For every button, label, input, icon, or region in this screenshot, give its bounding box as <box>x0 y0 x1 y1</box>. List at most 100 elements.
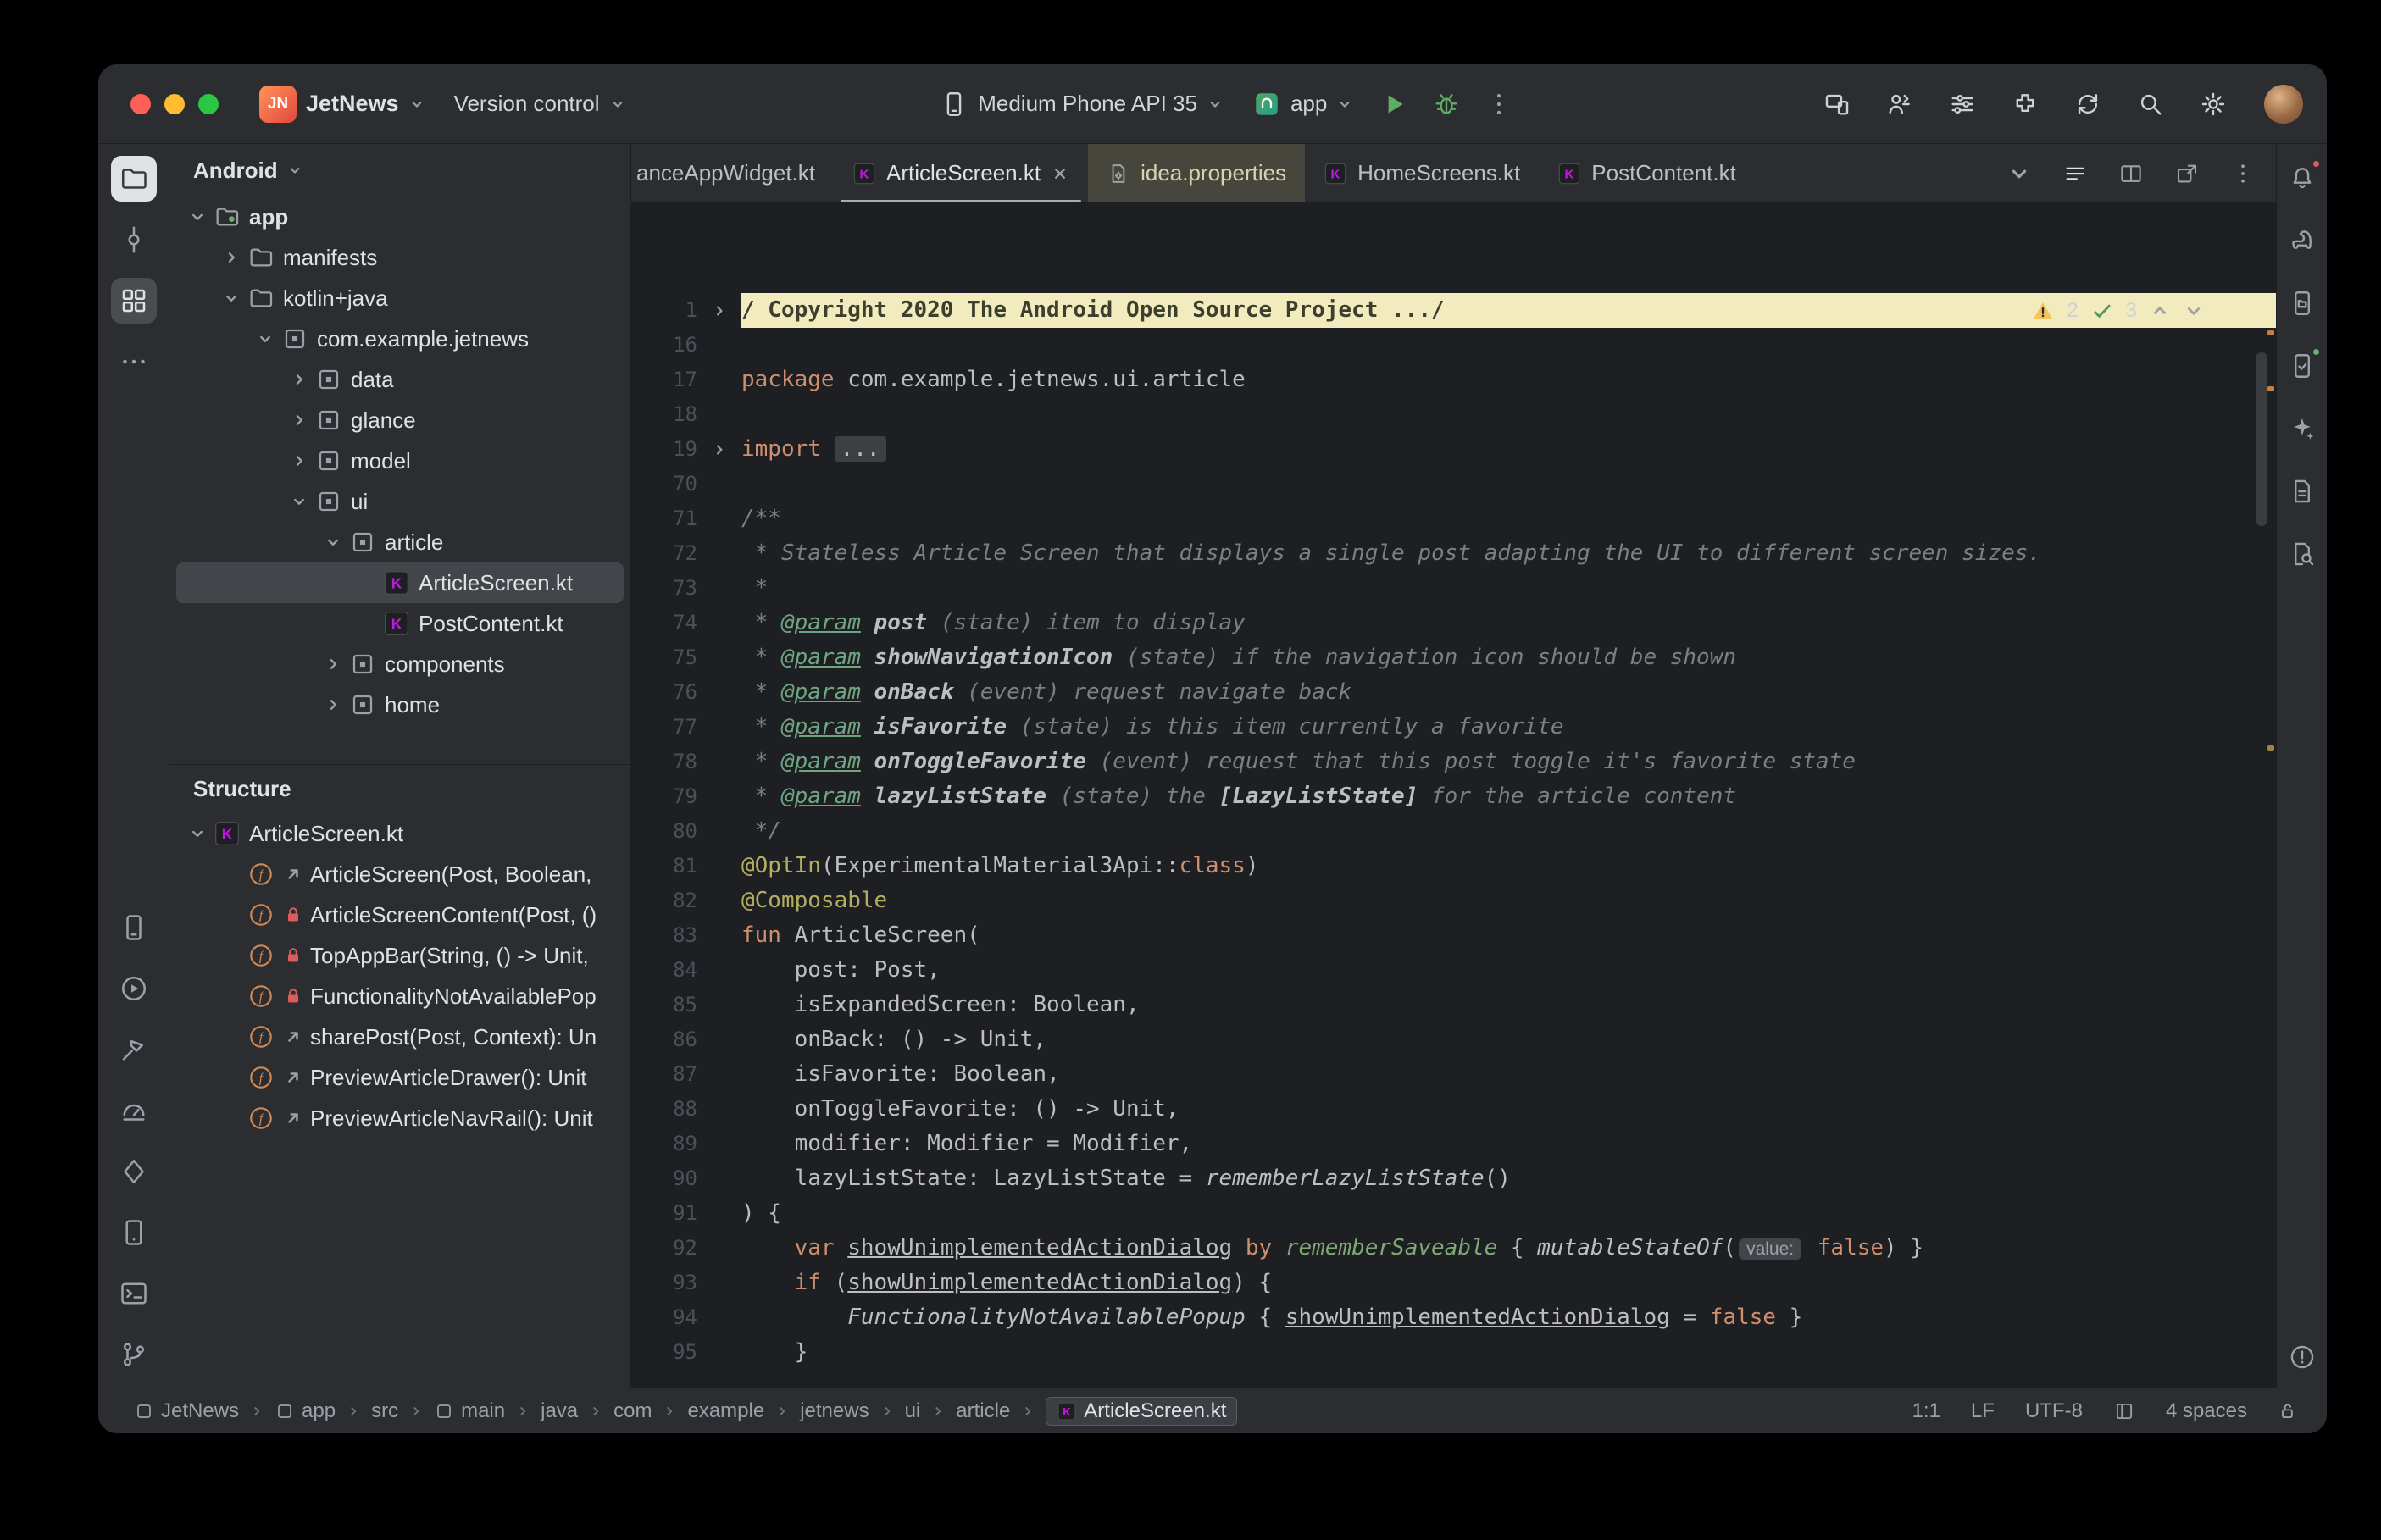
project-item-com-example-jetnews[interactable]: com.example.jetnews <box>176 319 624 359</box>
chevron-down-icon[interactable] <box>251 330 280 348</box>
code-line-86[interactable]: 86 onBack: () -> Unit, <box>631 1022 2276 1057</box>
prev-issue-button[interactable] <box>2149 300 2171 322</box>
editor-layout-button[interactable] <box>2057 156 2093 191</box>
project-item-articlescreen-kt[interactable]: K ArticleScreen.kt <box>176 562 624 603</box>
code-line-71[interactable]: 71 /** <box>631 501 2276 536</box>
terminal-tool-button[interactable] <box>111 1271 157 1316</box>
code-line-1[interactable]: 1/ Copyright 2020 The Android Open Sourc… <box>631 293 2276 328</box>
chevron-right-icon[interactable] <box>285 451 314 470</box>
run-config-selector[interactable]: app <box>1242 83 1363 125</box>
version-control-tool-button[interactable] <box>111 1332 157 1377</box>
project-item-components[interactable]: components <box>176 644 624 684</box>
structure-item-articlescreencontent-post[interactable]: f ArticleScreenContent(Post, () <box>176 895 624 935</box>
running-devices-tool-button[interactable] <box>111 1210 157 1255</box>
code-with-me-button[interactable] <box>1878 82 1922 126</box>
notifications-button[interactable] <box>2282 158 2323 198</box>
project-item-ui[interactable]: ui <box>176 481 624 522</box>
more-tool-windows-button[interactable] <box>111 339 157 385</box>
gradle-button[interactable] <box>2282 220 2323 261</box>
code-line-92[interactable]: 92 var showUnimplementedActionDialog by … <box>631 1231 2276 1266</box>
chevron-right-icon[interactable] <box>285 370 314 389</box>
code-line-83[interactable]: 83 fun ArticleScreen( <box>631 918 2276 953</box>
code-line-75[interactable]: 75 * @param showNavigationIcon (state) i… <box>631 640 2276 675</box>
chevron-down-icon[interactable] <box>319 533 347 551</box>
tab-postcontent[interactable]: K PostContent.kt <box>1539 144 1755 202</box>
code-line-17[interactable]: 17 package com.example.jetnews.ui.article <box>631 363 2276 397</box>
app-inspection-tool-button[interactable] <box>111 1149 157 1194</box>
settings-button[interactable] <box>2191 82 2235 126</box>
run-tool-button[interactable] <box>111 966 157 1011</box>
project-item-manifests[interactable]: manifests <box>176 237 624 278</box>
search-everywhere-button[interactable] <box>2128 82 2173 126</box>
gemini-button[interactable] <box>2282 408 2323 449</box>
code-line-94[interactable]: 94 FunctionalityNotAvailablePopup { show… <box>631 1300 2276 1335</box>
line-separator[interactable]: LF <box>1971 1399 1995 1423</box>
code-line-93[interactable]: 93 if (showUnimplementedActionDialog) { <box>631 1266 2276 1300</box>
breadcrumb-articlescreen-kt[interactable]: K ArticleScreen.kt <box>1046 1396 1238 1426</box>
problems-button[interactable] <box>2282 1337 2323 1377</box>
breadcrumb-main[interactable]: main <box>434 1399 505 1423</box>
sync-project-button[interactable] <box>2066 82 2110 126</box>
code-line-81[interactable]: 81 @OptIn(ExperimentalMaterial3Api::class… <box>631 849 2276 884</box>
structure-item-functionalitynotavailablepop[interactable]: f FunctionalityNotAvailablePop <box>176 976 624 1017</box>
structure-item-sharepost-post-context-un[interactable]: f sharePost(Post, Context): Un <box>176 1017 624 1057</box>
chevron-right-icon[interactable] <box>319 655 347 673</box>
code-line-19[interactable]: 19 import ... <box>631 432 2276 467</box>
code-line-18[interactable]: 18 <box>631 397 2276 432</box>
chevron-right-icon[interactable] <box>319 695 347 714</box>
code-line-79[interactable]: 79 * @param lazyListState (state) the [L… <box>631 779 2276 814</box>
close-tab-icon[interactable] <box>1051 164 1069 183</box>
code-line-74[interactable]: 74 * @param post (state) item to display <box>631 606 2276 640</box>
fold-arrow-icon[interactable] <box>697 302 741 319</box>
fold-arrow-icon[interactable] <box>697 441 741 458</box>
build-tool-button[interactable] <box>111 1027 157 1072</box>
project-widget[interactable]: JN JetNews <box>249 79 436 130</box>
project-item-home[interactable]: home <box>176 684 624 725</box>
write-access-icon[interactable] <box>2278 1400 2300 1422</box>
code-line-84[interactable]: 84 post: Post, <box>631 953 2276 988</box>
next-issue-button[interactable] <box>2183 300 2205 322</box>
more-run-actions-button[interactable] <box>1477 82 1521 126</box>
structure-header[interactable]: Structure <box>169 764 630 813</box>
code-line-80[interactable]: 80 */ <box>631 814 2276 849</box>
chevron-down-icon[interactable] <box>183 208 212 226</box>
run-configurations-button[interactable] <box>1940 82 1984 126</box>
breadcrumb-jetnews[interactable]: JetNews <box>134 1399 239 1423</box>
code-line-76[interactable]: 76 * @param onBack (event) request navig… <box>631 675 2276 710</box>
device-selector[interactable]: Medium Phone API 35 <box>930 83 1234 125</box>
breadcrumb-jetnews[interactable]: jetnews <box>800 1399 869 1423</box>
chevron-down-icon[interactable] <box>183 824 212 843</box>
structure-item-previewarticledrawer-unit[interactable]: f PreviewArticleDrawer(): Unit <box>176 1057 624 1098</box>
project-item-postcontent-kt[interactable]: K PostContent.kt <box>176 603 624 644</box>
project-item-app[interactable]: app <box>176 197 624 237</box>
code-line-88[interactable]: 88 onToggleFavorite: () -> Unit, <box>631 1092 2276 1127</box>
tab-articlescreen[interactable]: K ArticleScreen.kt <box>834 144 1088 202</box>
hidden-tabs-button[interactable] <box>2001 156 2037 191</box>
code-line-89[interactable]: 89 modifier: Modifier = Modifier, <box>631 1127 2276 1161</box>
breadcrumb-src[interactable]: src <box>371 1399 398 1423</box>
code-line-85[interactable]: 85 isExpandedScreen: Boolean, <box>631 988 2276 1022</box>
chevron-right-icon[interactable] <box>285 411 314 429</box>
indent-size[interactable]: 4 spaces <box>2166 1399 2247 1423</box>
tab-homescreens[interactable]: K HomeScreens.kt <box>1305 144 1539 202</box>
code-line-16[interactable]: 16 <box>631 328 2276 363</box>
project-view-header[interactable]: Android <box>169 144 630 197</box>
avatar[interactable] <box>2264 84 2303 124</box>
code-line-91[interactable]: 91) { <box>631 1196 2276 1231</box>
structure-item-previewarticlenavrail-unit[interactable]: f PreviewArticleNavRail(): Unit <box>176 1098 624 1138</box>
breadcrumb-app[interactable]: app <box>275 1399 336 1423</box>
breadcrumb-com[interactable]: com <box>613 1399 652 1423</box>
commit-tool-button[interactable] <box>111 217 157 263</box>
code-line-95[interactable]: 95 } <box>631 1335 2276 1370</box>
structure-item-topappbar-string-unit[interactable]: f TopAppBar(String, () -> Unit, <box>176 935 624 976</box>
debug-button[interactable] <box>1424 82 1468 126</box>
caret-position[interactable]: 1:1 <box>1912 1399 1940 1423</box>
breadcrumb-example[interactable]: example <box>687 1399 764 1423</box>
chevron-right-icon[interactable] <box>217 248 246 267</box>
tab-glanceappwidget[interactable]: anceAppWidget.kt <box>631 144 834 202</box>
profiler-tool-button[interactable] <box>111 1088 157 1133</box>
device-manager-tool-button[interactable] <box>111 905 157 950</box>
project-item-kotlin-java[interactable]: kotlin+java <box>176 278 624 319</box>
file-encoding[interactable]: UTF-8 <box>2025 1399 2083 1423</box>
chevron-down-icon[interactable] <box>285 492 314 511</box>
